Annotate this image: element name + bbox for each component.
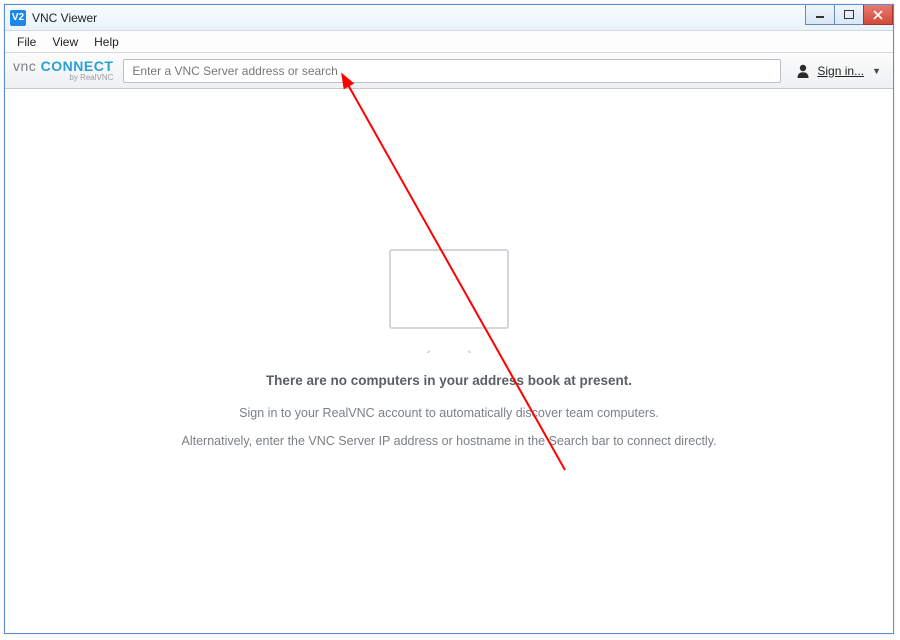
close-icon: [873, 10, 883, 20]
empty-state-line1: Sign in to your RealVNC account to autom…: [239, 406, 659, 420]
close-button[interactable]: [863, 5, 893, 25]
server-address-input[interactable]: [123, 59, 781, 83]
brand-subtitle: by RealVNC: [13, 74, 113, 82]
chevron-down-icon: ▼: [872, 66, 881, 76]
sign-in-label: Sign in...: [817, 64, 864, 78]
menu-view[interactable]: View: [44, 33, 86, 51]
empty-monitor-icon: [389, 249, 509, 329]
empty-state-title: There are no computers in your address b…: [266, 373, 632, 388]
window-controls: [806, 5, 893, 25]
brand-vnc-text: vnc: [13, 58, 36, 74]
menubar: File View Help: [5, 31, 893, 53]
minimize-button[interactable]: [805, 5, 835, 25]
app-window: V2 VNC Viewer File View Help vnc CONNECT…: [4, 4, 894, 634]
window-title: VNC Viewer: [32, 11, 97, 25]
toolbar: vnc CONNECT by RealVNC Sign in... ▼: [5, 53, 893, 89]
titlebar[interactable]: V2 VNC Viewer: [5, 5, 893, 31]
maximize-button[interactable]: [834, 5, 864, 25]
menu-help[interactable]: Help: [86, 33, 127, 51]
person-icon: [795, 63, 811, 79]
brand-logo: vnc CONNECT by RealVNC: [13, 59, 113, 82]
empty-state-line2: Alternatively, enter the VNC Server IP a…: [182, 434, 717, 448]
brand-connect-text: CONNECT: [36, 58, 113, 74]
sign-in-button[interactable]: Sign in... ▼: [791, 63, 885, 79]
content-area: There are no computers in your address b…: [5, 89, 893, 633]
app-icon: V2: [10, 10, 26, 26]
menu-file[interactable]: File: [9, 33, 44, 51]
